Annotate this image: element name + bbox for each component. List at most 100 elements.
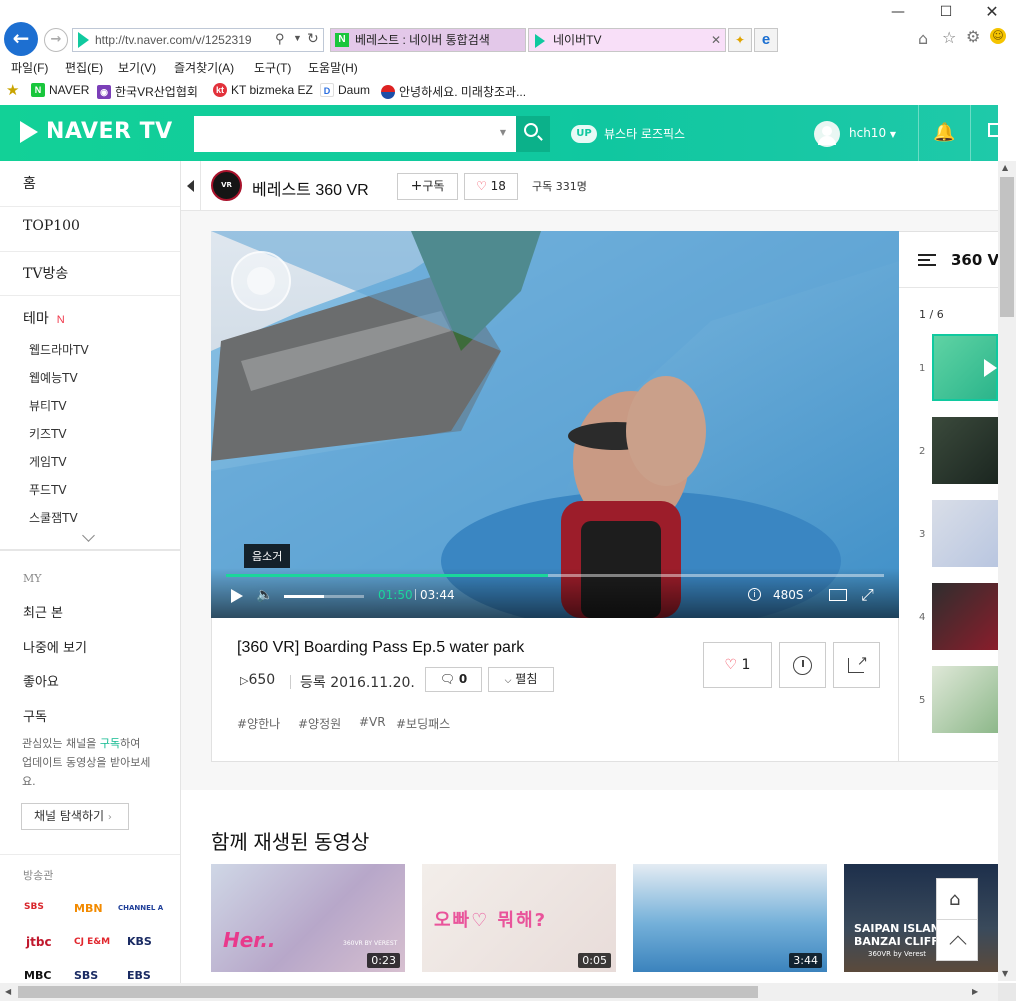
explore-channels-button[interactable]: 채널 탐색하기 ›	[21, 803, 129, 830]
fullscreen-icon[interactable]: ⤢	[861, 585, 874, 605]
quality-selector[interactable]: 480S ˆ	[773, 588, 813, 602]
mail-icon[interactable]	[988, 123, 1000, 137]
play-icon[interactable]	[231, 589, 243, 603]
watch-later-button[interactable]	[779, 642, 826, 688]
forward-button[interactable]: →	[44, 28, 68, 52]
video-like-button[interactable]: ♡ 1	[703, 642, 772, 688]
navertv-logo[interactable]: NAVER TV	[20, 119, 173, 144]
theme-item[interactable]: 웹예능TV	[29, 369, 78, 386]
menu-tools[interactable]: 도구(T)	[254, 59, 291, 76]
sidebar-item-tv[interactable]: TV방송	[23, 263, 68, 283]
ie-icon[interactable]: e	[754, 28, 778, 52]
username-menu[interactable]: hch10 ▼	[849, 126, 896, 140]
scroll-thumb[interactable]	[1000, 177, 1014, 317]
channel-name[interactable]: 베레스트 360 VR	[252, 176, 369, 200]
broadcaster-logo[interactable]: MBN	[74, 902, 103, 915]
comments-button[interactable]: 🗨 0	[425, 667, 482, 692]
my-recent[interactable]: 최근 본	[23, 602, 63, 621]
refresh-icon[interactable]: ↻	[307, 30, 319, 47]
channel-avatar[interactable]: VR	[211, 170, 242, 201]
tag[interactable]: #양정원	[298, 715, 341, 732]
dropdown-icon[interactable]: ▼	[293, 33, 302, 43]
fav-msip[interactable]: 안녕하세요. 미래창조과...	[381, 83, 526, 100]
broadcaster-logo[interactable]: jtbc	[26, 935, 52, 949]
theme-item[interactable]: 게임TV	[29, 453, 67, 470]
search-input[interactable]: ▼	[194, 116, 516, 152]
theme-item[interactable]: 키즈TV	[29, 425, 67, 442]
home-icon[interactable]: ⌂	[918, 29, 928, 48]
search-icon[interactable]: ⚲	[275, 31, 285, 47]
tab-navertv[interactable]: 네이버TV ✕	[528, 28, 726, 52]
theme-item[interactable]: 웹드라마TV	[29, 341, 89, 358]
menu-file[interactable]: 파일(F)	[11, 59, 48, 76]
favorites-star-icon[interactable]: ☆	[942, 28, 956, 47]
share-button[interactable]: ↗	[833, 642, 880, 688]
new-tab-button[interactable]: ✦	[728, 28, 752, 52]
info-icon[interactable]: i	[748, 588, 761, 601]
my-watch-later[interactable]: 나중에 보기	[23, 637, 87, 656]
vr-compass-control[interactable]	[231, 251, 291, 311]
subscribe-button[interactable]: +구독	[397, 173, 458, 200]
bell-icon[interactable]: 🔔	[933, 122, 955, 143]
broadcaster-logo[interactable]: KBS	[127, 935, 152, 948]
back-button[interactable]: ←	[4, 22, 38, 56]
fav-kt-bizmeka[interactable]: kt KT bizmeka EZ	[213, 83, 313, 97]
expand-button[interactable]: ⌵ 펼침	[488, 667, 554, 692]
progress-track[interactable]	[226, 574, 884, 577]
theme-item[interactable]: 푸드TV	[29, 481, 67, 498]
subscribe-link[interactable]: 구독	[100, 737, 120, 750]
broadcaster-logo[interactable]: SBS	[74, 969, 98, 982]
close-button[interactable]: ✕	[982, 4, 1002, 20]
fav-vr-association[interactable]: ◉ 한국VR산업협회	[97, 83, 198, 100]
fav-daum[interactable]: D Daum	[320, 83, 370, 97]
up-channel-link[interactable]: 뷰스타 로즈픽스	[604, 125, 685, 142]
sidebar-toggle-button[interactable]	[181, 161, 201, 211]
scroll-up-icon[interactable]: ▲	[1002, 163, 1008, 172]
expand-chevron-icon[interactable]	[82, 529, 95, 542]
tag[interactable]: #양한나	[237, 715, 280, 732]
maximize-button[interactable]: ☐	[936, 4, 956, 20]
broadcaster-logo[interactable]: CHANNEL A	[118, 904, 163, 912]
broadcaster-logo[interactable]: EBS	[127, 969, 151, 982]
scroll-left-icon[interactable]: ◀	[5, 987, 11, 996]
menu-help[interactable]: 도움말(H)	[308, 59, 358, 76]
theme-item[interactable]: 뷰티TV	[29, 397, 67, 414]
minimize-button[interactable]: —	[888, 4, 908, 20]
home-float-button[interactable]: ⌂	[936, 878, 978, 920]
related-video-card[interactable]: 3:44	[633, 864, 827, 972]
sidebar-item-top100[interactable]: TOP100	[23, 218, 80, 234]
volume-icon[interactable]: 🔈	[256, 587, 273, 603]
channel-like-button[interactable]: ♡ 18	[464, 173, 518, 200]
address-bar[interactable]: http://tv.naver.com/v/1252319 ⚲ ▼ ↻	[72, 28, 324, 52]
sidebar-item-theme[interactable]: 테마 N	[23, 308, 65, 328]
volume-slider[interactable]	[284, 595, 364, 598]
smiley-icon[interactable]: ☺	[990, 28, 1006, 44]
vertical-scrollbar[interactable]: ▲ ▼	[998, 161, 1016, 981]
scroll-top-button[interactable]	[936, 919, 978, 961]
scroll-down-icon[interactable]: ▼	[1002, 969, 1008, 978]
tab-search[interactable]: N 베레스트 : 네이버 통합검색	[330, 28, 526, 52]
horizontal-scrollbar[interactable]: ◀ ▶	[0, 983, 998, 1001]
settings-gear-icon[interactable]: ⚙	[966, 27, 980, 46]
tag[interactable]: #보딩패스	[396, 715, 450, 732]
broadcaster-logo[interactable]: MBC	[24, 969, 51, 982]
related-video-card[interactable]: Her.. 360VR BY VEREST 0:23	[211, 864, 405, 972]
broadcaster-logo[interactable]: CJ E&M	[74, 937, 110, 947]
fav-naver[interactable]: N NAVER	[31, 83, 89, 97]
broadcaster-logo[interactable]: SBS	[24, 902, 44, 912]
my-subscriptions[interactable]: 구독	[23, 706, 47, 725]
theater-mode-icon[interactable]	[829, 589, 847, 601]
video-player[interactable]: 음소거 🔈 01:50 03:44 i 480S ˆ ⤢	[211, 231, 899, 618]
search-dropdown-icon[interactable]: ▼	[500, 128, 506, 137]
avatar[interactable]	[814, 121, 840, 147]
related-video-card[interactable]: 오빠♡ 뭐해? 0:05	[422, 864, 616, 972]
menu-view[interactable]: 보기(V)	[118, 59, 156, 76]
menu-favorites[interactable]: 즐겨찾기(A)	[174, 59, 234, 76]
tag[interactable]: #VR	[359, 715, 386, 729]
scroll-right-icon[interactable]: ▶	[972, 987, 978, 996]
scroll-thumb[interactable]	[18, 986, 758, 998]
search-button[interactable]	[516, 116, 550, 152]
my-likes[interactable]: 좋아요	[23, 671, 59, 690]
menu-edit[interactable]: 편집(E)	[65, 59, 103, 76]
sidebar-item-home[interactable]: 홈	[23, 173, 36, 193]
